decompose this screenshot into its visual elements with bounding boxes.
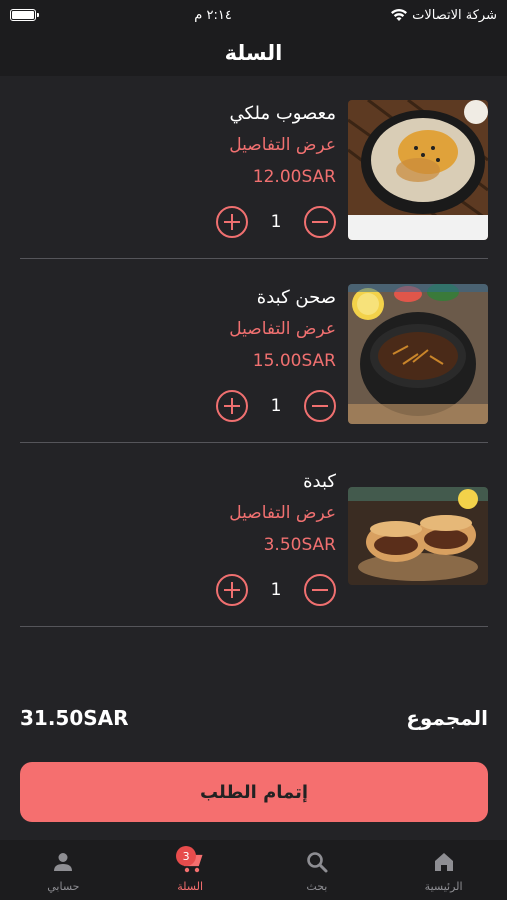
minus-icon <box>312 404 328 408</box>
page-title: السلة <box>224 41 283 65</box>
item-image-masoub[interactable] <box>348 100 488 240</box>
tab-label: الرئيسية <box>424 880 463 893</box>
cart-summary: 31.50SAR المجموع <box>20 700 488 736</box>
cart-item: معصوب ملكي عرض التفاصيل 12.00SAR 1 <box>20 76 488 259</box>
quantity-stepper: 1 <box>216 204 336 240</box>
status-bar: ٢:١٤ م شركة الاتصالات <box>0 0 507 30</box>
increase-button[interactable] <box>216 574 248 606</box>
item-name: كبدة <box>303 471 336 492</box>
battery-icon <box>10 9 39 21</box>
total-amount: 31.50SAR <box>20 706 129 730</box>
view-details-link[interactable]: عرض التفاصيل <box>36 496 336 530</box>
checkout-button[interactable]: إتمام الطلب <box>20 762 488 822</box>
decrease-button[interactable] <box>304 574 336 606</box>
quantity-stepper: 1 <box>216 572 336 608</box>
increase-button[interactable] <box>216 390 248 422</box>
search-icon <box>303 848 331 876</box>
item-price: 15.00SAR <box>252 351 336 371</box>
item-name: صحن كبدة <box>256 287 336 308</box>
item-image-liver-plate[interactable] <box>348 284 488 424</box>
tab-home[interactable]: الرئيسية <box>394 848 494 893</box>
nav-header: السلة <box>0 30 507 76</box>
view-details-link[interactable]: عرض التفاصيل <box>36 312 336 346</box>
tab-search[interactable]: بحث <box>267 848 367 893</box>
quantity-value: 1 <box>270 396 282 416</box>
item-price: 12.00SAR <box>252 167 336 187</box>
tab-label: بحث <box>306 880 328 893</box>
item-image-liver-sandwich[interactable] <box>348 487 488 585</box>
status-time: ٢:١٤ م <box>194 7 232 23</box>
wifi-icon <box>391 9 408 21</box>
carrier-name: شركة الاتصالات <box>412 7 497 23</box>
view-details-link[interactable]: عرض التفاصيل <box>36 128 336 162</box>
tab-label: حسابي <box>47 880 80 893</box>
increase-button[interactable] <box>216 206 248 238</box>
tab-cart[interactable]: 3 السلة <box>140 846 240 893</box>
quantity-value: 1 <box>270 580 282 600</box>
person-icon <box>49 848 77 876</box>
item-price: 3.50SAR <box>263 535 336 555</box>
checkout-label: إتمام الطلب <box>199 781 309 803</box>
minus-icon <box>312 220 328 224</box>
decrease-button[interactable] <box>304 390 336 422</box>
tab-bar: حسابي 3 السلة بحث الرئيسية <box>0 840 507 900</box>
cart-count-badge: 3 <box>176 846 197 866</box>
quantity-value: 1 <box>270 212 282 232</box>
cart-item: صحن كبدة عرض التفاصيل 15.00SAR 1 <box>20 260 488 443</box>
decrease-button[interactable] <box>304 206 336 238</box>
item-name: معصوب ملكي <box>229 103 336 124</box>
total-label: المجموع <box>406 706 488 730</box>
quantity-stepper: 1 <box>216 388 336 424</box>
tab-label: السلة <box>177 880 203 893</box>
minus-icon <box>312 588 328 592</box>
cart-item: كبدة عرض التفاصيل 3.50SAR 1 <box>20 444 488 627</box>
home-icon <box>430 848 458 876</box>
tab-account[interactable]: حسابي <box>13 848 113 893</box>
